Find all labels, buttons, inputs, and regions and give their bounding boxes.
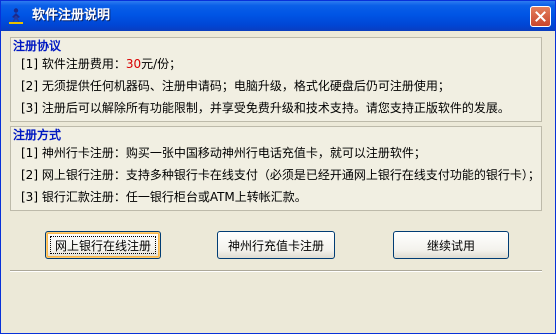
method-item-1: [1] 神州行卡注册：购买一张中国移动神州行电话充值卡，就可以注册软件； xyxy=(21,146,426,160)
methods-group: 注册方式 [1] 神州行卡注册：购买一张中国移动神州行电话充值卡，就可以注册软件… xyxy=(10,126,542,211)
fee-price: 30 xyxy=(125,57,142,71)
continue-trial-label: 继续试用 xyxy=(426,238,475,253)
window-title: 软件注册说明 xyxy=(32,8,111,23)
focus-rectangle xyxy=(50,236,156,254)
method-item-3: [3] 银行汇款注册：任一银行柜台或ATM上转帐汇款。 xyxy=(21,190,307,204)
close-icon xyxy=(535,11,546,22)
agreement-item-2: [2] 无须提供任何机器码、注册申请码；电脑升级，格式化硬盘后仍可注册使用； xyxy=(21,79,450,93)
app-figure-icon xyxy=(7,7,25,25)
methods-heading: 注册方式 xyxy=(13,128,62,142)
close-button[interactable] xyxy=(530,6,551,27)
agreement-item-3: [3] 注册后可以解除所有功能限制，并享受免费升级和技术支持。请您支持正版软件的… xyxy=(21,101,510,115)
agreement-group: 注册协议 [1] 软件注册费用：30元/份； [2] 无须提供任何机器码、注册申… xyxy=(10,37,542,122)
szx-card-register-button[interactable]: 神州行充值卡注册 xyxy=(217,231,335,259)
online-bank-register-button[interactable]: 网上银行在线注册 xyxy=(45,231,161,259)
agreement-heading: 注册协议 xyxy=(13,39,62,53)
fee-label: [1] 软件注册费用： xyxy=(21,57,126,71)
szx-card-register-label: 神州行充值卡注册 xyxy=(227,238,324,253)
registration-dialog: 软件注册说明 注册协议 [1] 软件注册费用：30元/份； [2] 无须提供任何… xyxy=(0,0,556,334)
method-item-2: [2] 网上银行注册：支持多种银行卡在线支付（必须是已经开通网上银行在线支付功能… xyxy=(21,168,540,182)
fee-unit: 元/份； xyxy=(141,57,182,71)
continue-trial-button[interactable]: 继续试用 xyxy=(393,231,509,259)
agreement-item-1: [1] 软件注册费用：30元/份； xyxy=(21,57,181,71)
separator xyxy=(10,270,542,272)
title-bar[interactable]: 软件注册说明 xyxy=(1,1,555,31)
